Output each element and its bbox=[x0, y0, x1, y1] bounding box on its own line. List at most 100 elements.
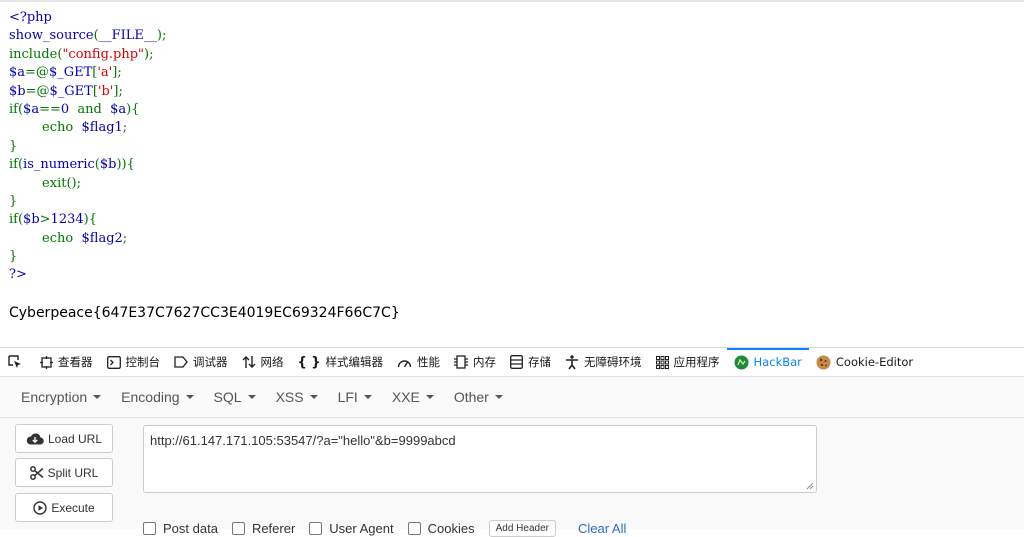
code-token: "config.php" bbox=[62, 46, 145, 62]
tab-network[interactable]: 网络 bbox=[235, 348, 291, 376]
hackbar-panel: Encryption Encoding SQL XSS LFI XXE Othe… bbox=[0, 377, 1024, 537]
tab-performance[interactable]: 性能 bbox=[390, 348, 447, 376]
tab-storage[interactable]: 存储 bbox=[503, 348, 558, 376]
menu-sql[interactable]: SQL bbox=[204, 389, 266, 405]
tab-label: 样式编辑器 bbox=[325, 355, 384, 369]
code-token: ; bbox=[122, 230, 128, 246]
element-picker-icon bbox=[8, 355, 22, 369]
play-circle-icon bbox=[33, 500, 48, 515]
code-token: $flag1 bbox=[77, 120, 123, 136]
devtools-toolbar: 查看器 控制台 调试器 网络 { } 样式编辑器 性能 内存 存储 无障碍环境 … bbox=[0, 347, 1024, 377]
url-textarea[interactable]: http://61.147.171.105:53547/?a="hello"&b… bbox=[143, 425, 817, 493]
code-token: is_numeric bbox=[23, 157, 95, 173]
code-token: $b bbox=[23, 212, 40, 228]
code-token: ; bbox=[122, 120, 128, 136]
chevron-down-icon bbox=[247, 395, 256, 399]
storage-icon bbox=[510, 355, 523, 369]
tab-label: Cookie-Editor bbox=[835, 355, 914, 369]
code-token: echo bbox=[9, 230, 78, 246]
code-token: 'a' bbox=[97, 65, 113, 81]
tab-label: 查看器 bbox=[58, 355, 93, 369]
execute-button[interactable]: Execute bbox=[15, 493, 113, 522]
code-token: show_source bbox=[9, 28, 94, 44]
code-line: $a=@$_GET['a']; bbox=[9, 64, 166, 82]
tab-label: HackBar bbox=[753, 355, 802, 369]
split-url-button[interactable]: Split URL bbox=[15, 458, 113, 487]
tab-cookie-editor[interactable]: Cookie-Editor bbox=[809, 348, 920, 376]
tab-style-editor[interactable]: { } 样式编辑器 bbox=[291, 348, 391, 376]
code-line: show_source(__FILE__); bbox=[9, 27, 166, 45]
code-token: )){ bbox=[116, 157, 135, 173]
code-token: ); bbox=[156, 28, 167, 44]
tab-memory[interactable]: 内存 bbox=[447, 348, 503, 376]
accessibility-icon bbox=[565, 354, 579, 370]
code-token: } bbox=[9, 193, 18, 209]
page-top-border bbox=[0, 0, 1024, 2]
code-line: exit(); bbox=[9, 175, 166, 193]
code-token: exit bbox=[9, 175, 67, 191]
scissors-icon bbox=[29, 465, 44, 480]
flag-output: Cyberpeace{647E37C7627CC3E4019EC69324F66… bbox=[9, 305, 400, 321]
application-icon bbox=[655, 355, 669, 369]
cloud-download-icon bbox=[26, 433, 44, 445]
code-token: $a bbox=[106, 101, 127, 117]
code-token: $a bbox=[9, 65, 26, 81]
resize-handle-icon[interactable] bbox=[804, 480, 814, 490]
tab-label: 控制台 bbox=[125, 355, 161, 369]
code-token: ); bbox=[144, 46, 154, 62]
chevron-down-icon bbox=[309, 395, 318, 399]
element-picker-button[interactable] bbox=[0, 348, 33, 376]
menu-xss[interactable]: XSS bbox=[266, 389, 328, 405]
chevron-down-icon bbox=[425, 395, 434, 399]
tab-debugger[interactable]: 调试器 bbox=[167, 348, 235, 376]
code-line: include("config.php"); bbox=[9, 46, 166, 64]
hackbar-icon bbox=[734, 355, 749, 370]
chevron-down-icon bbox=[494, 395, 503, 399]
memory-icon bbox=[454, 355, 469, 369]
code-line: } bbox=[9, 138, 166, 156]
menu-lfi[interactable]: LFI bbox=[328, 389, 382, 405]
tab-accessibility[interactable]: 无障碍环境 bbox=[558, 348, 649, 376]
chevron-down-icon bbox=[185, 395, 194, 399]
code-token: ){ bbox=[126, 101, 140, 117]
tab-console[interactable]: 控制台 bbox=[100, 348, 168, 376]
url-value: http://61.147.171.105:53547/?a="hello"&b… bbox=[150, 433, 456, 448]
code-token: == bbox=[39, 101, 61, 117]
code-token: $b bbox=[99, 157, 117, 173]
tab-label: 无障碍环境 bbox=[584, 355, 642, 369]
code-token: 1234 bbox=[50, 212, 84, 228]
tab-label: 内存 bbox=[473, 355, 497, 369]
code-token: } bbox=[9, 249, 18, 265]
code-token: and bbox=[73, 101, 106, 117]
code-token: > bbox=[39, 212, 51, 228]
tab-inspector[interactable]: 查看器 bbox=[33, 348, 100, 376]
code-token: ){ bbox=[83, 212, 97, 228]
code-token: $a bbox=[23, 101, 40, 117]
style-editor-icon: { } bbox=[297, 354, 321, 370]
code-token: $flag2 bbox=[77, 230, 123, 246]
chevron-down-icon bbox=[363, 395, 372, 399]
menu-other[interactable]: Other bbox=[444, 389, 513, 405]
code-token: ]; bbox=[113, 83, 123, 99]
code-line: if($b>1234){ bbox=[9, 211, 166, 229]
tab-label: 调试器 bbox=[193, 355, 228, 369]
code-token: 'b' bbox=[97, 83, 114, 99]
code-token: $_GET bbox=[49, 83, 93, 99]
code-token: <?php bbox=[9, 10, 52, 25]
menu-encoding[interactable]: Encoding bbox=[111, 389, 203, 405]
tab-application[interactable]: 应用程序 bbox=[649, 348, 727, 376]
load-url-button[interactable]: Load URL bbox=[15, 424, 113, 453]
debugger-icon bbox=[174, 356, 188, 368]
tab-hackbar[interactable]: HackBar bbox=[726, 348, 810, 376]
code-line: $b=@$_GET['b']; bbox=[9, 83, 166, 101]
code-token: __FILE__ bbox=[98, 28, 157, 44]
tab-label: 存储 bbox=[528, 355, 552, 369]
code-token: (); bbox=[66, 175, 81, 191]
menu-xxe[interactable]: XXE bbox=[382, 389, 444, 405]
code-token: =@ bbox=[25, 83, 50, 99]
menu-encryption[interactable]: Encryption bbox=[0, 389, 111, 405]
code-token: 0 bbox=[60, 101, 74, 117]
network-icon bbox=[242, 355, 256, 369]
console-icon bbox=[106, 355, 121, 369]
code-token: $_GET bbox=[48, 65, 93, 81]
